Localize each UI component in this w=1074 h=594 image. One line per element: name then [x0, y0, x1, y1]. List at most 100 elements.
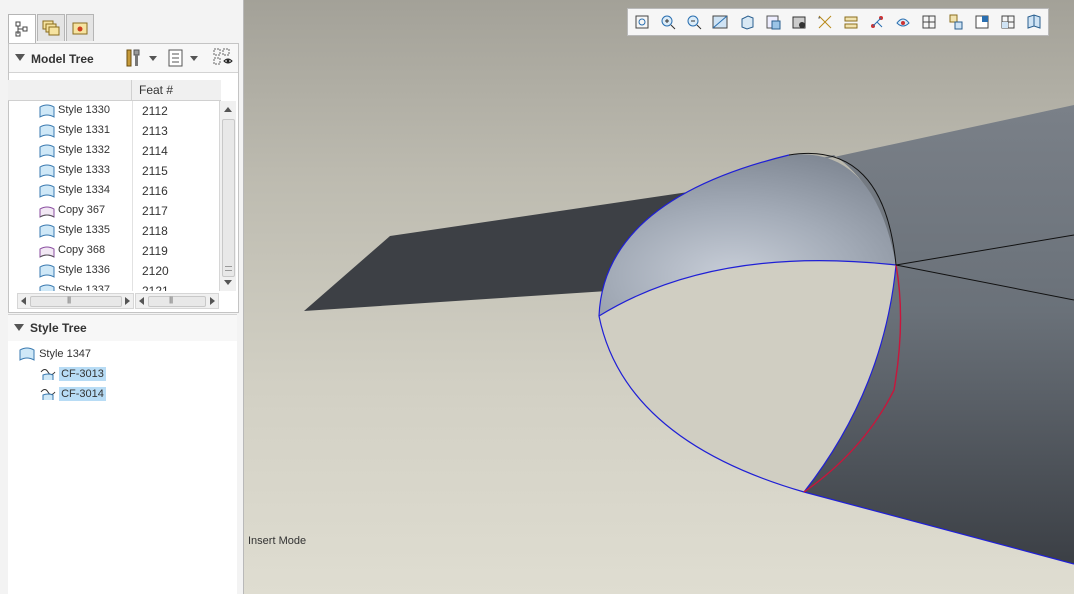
style-tree-root[interactable]: Style 1347: [18, 346, 91, 362]
refit-button[interactable]: [630, 11, 654, 33]
name-column-horizontal-scrollbar[interactable]: ||||: [17, 293, 134, 309]
repaint-button[interactable]: [708, 11, 732, 33]
feature-number: 2112: [142, 104, 168, 118]
table-row[interactable]: Style 1334 2116: [8, 181, 218, 201]
tab-layers[interactable]: [37, 14, 65, 41]
refit-icon: [635, 15, 649, 29]
scroll-left-icon[interactable]: [20, 297, 26, 305]
active-plane-icon: [1027, 14, 1041, 29]
tools-icon: [126, 49, 140, 67]
copy-feature-icon: [38, 243, 56, 262]
table-row[interactable]: Style 1337 2121: [8, 281, 218, 291]
table-row[interactable]: Copy 368 2119: [8, 241, 218, 261]
feature-number: 2120: [142, 264, 169, 278]
style-feature-icon: [38, 223, 56, 242]
four-views-button[interactable]: [996, 11, 1020, 33]
scroll-thumb[interactable]: ||||: [30, 296, 122, 307]
view-manager-button[interactable]: [787, 11, 811, 33]
point-display-button[interactable]: [891, 11, 915, 33]
feature-name: Style 1331: [58, 124, 110, 136]
style-feature-icon: [38, 163, 56, 182]
tree-settings-button[interactable]: [125, 48, 157, 68]
point-display-icon: [896, 18, 910, 27]
feat-column-horizontal-scrollbar[interactable]: ||||: [135, 293, 219, 309]
column-header-feat[interactable]: Feat #: [139, 83, 173, 97]
feature-name: Style 1335: [58, 224, 110, 236]
style-tree-child-label: CF-3013: [59, 366, 106, 381]
table-row[interactable]: Style 1331 2113: [8, 121, 218, 141]
column-visibility-icon: [213, 48, 233, 65]
feature-number: 2118: [142, 224, 168, 238]
table-row[interactable]: Copy 367 2117: [8, 201, 218, 221]
feature-name: Style 1333: [58, 164, 110, 176]
active-plane-button[interactable]: [1022, 11, 1046, 33]
four-views-icon: [1001, 15, 1015, 29]
collapse-triangle-icon[interactable]: [14, 324, 24, 331]
feature-number: 2117: [142, 204, 168, 218]
single-view-icon: [949, 14, 963, 30]
scroll-thumb[interactable]: [222, 119, 235, 277]
show-hide-columns-button[interactable]: [213, 48, 233, 68]
scroll-right-icon[interactable]: [210, 297, 216, 305]
scroll-down-icon[interactable]: [221, 276, 235, 290]
zoom-out-button[interactable]: [682, 11, 706, 33]
column-separator: [132, 261, 133, 281]
left-panel: Model Tree Feat # Style 1330 2112 Style …: [0, 0, 244, 594]
column-separator: [132, 221, 133, 241]
table-row[interactable]: Style 1333 2115: [8, 161, 218, 181]
datum-display-button[interactable]: *: [813, 11, 837, 33]
zoom-in-button[interactable]: [656, 11, 680, 33]
axis-display-button[interactable]: [865, 11, 889, 33]
style-tree-header: Style Tree: [8, 314, 237, 342]
tree-filters-button[interactable]: [168, 48, 198, 68]
table-row[interactable]: Style 1330 2112: [8, 101, 218, 121]
table-row[interactable]: Style 1332 2114: [8, 141, 218, 161]
scroll-left-icon[interactable]: [138, 297, 144, 305]
repaint-icon: [712, 15, 728, 29]
tab-favorites[interactable]: [66, 14, 94, 41]
feature-name: Style 1330: [58, 104, 110, 116]
scroll-thumb[interactable]: ||||: [148, 296, 206, 307]
view-manager-icon: [792, 16, 806, 29]
vertical-scrollbar[interactable]: [219, 101, 236, 291]
model-geometry[interactable]: [244, 0, 1074, 594]
scroll-right-icon[interactable]: [125, 297, 131, 305]
tab-model-tree[interactable]: [8, 14, 36, 43]
model-tree-tab-icon: [15, 21, 28, 37]
column-separator: [132, 281, 133, 291]
single-view-button[interactable]: [944, 11, 968, 33]
curve-from-cos-icon: [40, 369, 56, 380]
scroll-up-icon[interactable]: [221, 102, 235, 116]
model-tree-header: Model Tree: [9, 44, 238, 73]
model-tree-list: Style 1330 2112 Style 1331 2113 Style 1332 21…: [8, 101, 218, 291]
table-row[interactable]: Style 1336 2120: [8, 261, 218, 281]
style-feature-icon: [38, 183, 56, 202]
feature-number: 2115: [142, 164, 168, 178]
style-tree-child[interactable]: CF-3014: [40, 386, 106, 402]
next-view-button[interactable]: [970, 11, 994, 33]
chevron-down-icon: [149, 55, 157, 61]
column-separator: [132, 241, 133, 261]
column-separator: [132, 161, 133, 181]
collapse-triangle-icon[interactable]: [15, 54, 25, 61]
style-tree-child-label: CF-3014: [59, 386, 106, 401]
plane-display-button[interactable]: [839, 11, 863, 33]
style-tree-child[interactable]: CF-3013: [40, 366, 106, 382]
table-row[interactable]: Style 1335 2118: [8, 221, 218, 241]
style-tree-title: Style Tree: [30, 321, 87, 335]
column-separator: [132, 101, 133, 121]
style-feature-icon: [38, 283, 56, 291]
axis-display-icon: [871, 16, 884, 28]
copy-feature-icon: [38, 203, 56, 222]
display-style-button[interactable]: [735, 11, 759, 33]
column-header-name[interactable]: [8, 80, 132, 100]
curve-from-cos-icon: [40, 389, 56, 400]
datum-display-icon: *: [818, 15, 832, 29]
column-separator: [132, 141, 133, 161]
spin-center-button[interactable]: [917, 11, 941, 33]
style-feature-icon: [38, 263, 56, 282]
saved-views-icon: [766, 15, 781, 30]
feature-number: 2114: [142, 144, 168, 158]
graphics-viewport[interactable]: * Insert Mode: [244, 0, 1074, 594]
saved-views-button[interactable]: [761, 11, 785, 33]
